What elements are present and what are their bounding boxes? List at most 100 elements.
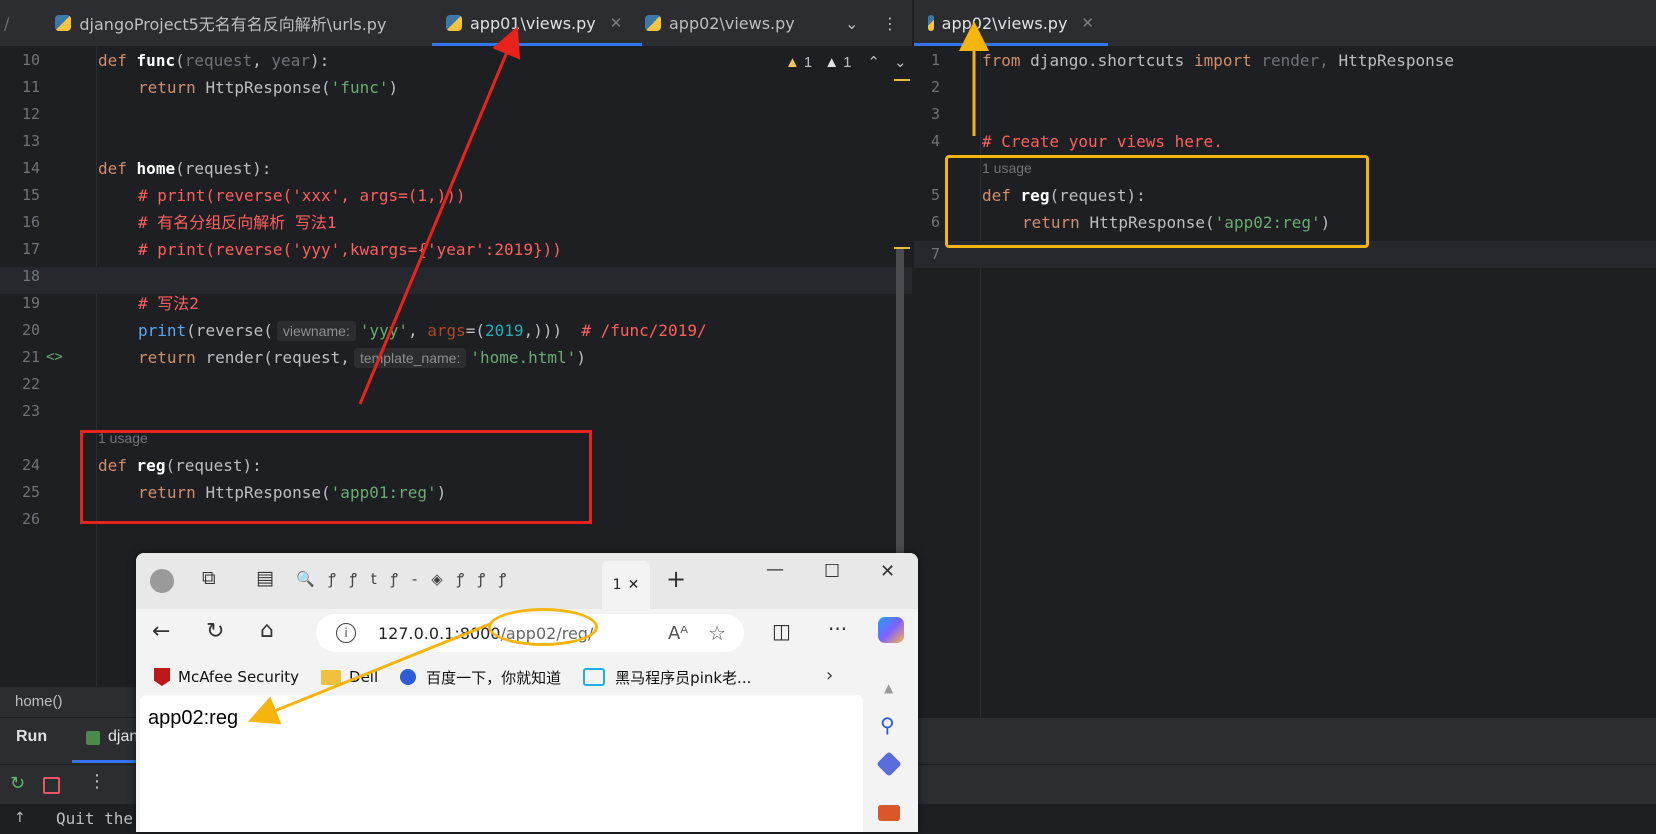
chevron-right-icon[interactable]: ›	[826, 665, 833, 686]
favorite-dell[interactable]: Dell	[321, 668, 378, 686]
code-text: render(request,	[205, 348, 350, 367]
home-icon[interactable]: ⌂	[260, 618, 274, 643]
browser-window: ⧉ ▤ 🔍ꝭꝭtꝭ-◈ꝭꝭꝭ 1 ✕ + — ☐ ✕ ← ↻ ⌂ i 127.0…	[136, 553, 918, 832]
more-icon[interactable]: ···	[828, 617, 847, 641]
code-line: return HttpResponse('func')	[138, 74, 398, 101]
breadcrumb[interactable]: home()	[15, 693, 63, 710]
vertical-tabs-icon[interactable]: ▤	[256, 567, 274, 589]
run-panel-title[interactable]: Run	[16, 728, 47, 746]
comment-line: # 写法2	[138, 294, 199, 313]
tab-group[interactable]: 🔍ꝭꝭtꝭ-◈ꝭꝭꝭ	[296, 569, 520, 589]
read-aloud-icon[interactable]: A͏ᴬ	[668, 623, 688, 644]
back-icon[interactable]: ←	[152, 619, 170, 644]
toolbox-icon[interactable]	[878, 805, 900, 821]
line-number: 12	[21, 105, 40, 123]
tab-app01-views[interactable]: app01\views.py ✕	[432, 0, 642, 46]
tag-icon[interactable]	[876, 751, 902, 777]
comment-line: # 有名分组反向解析 写法1	[138, 213, 337, 232]
chevron-down-icon[interactable]: ⌄	[845, 0, 858, 46]
profile-avatar[interactable]	[150, 569, 174, 593]
python-file-icon	[928, 15, 934, 31]
maximize-icon[interactable]: ☐	[824, 561, 840, 582]
line-number: 14	[21, 159, 40, 177]
yellow-url-ellipse	[488, 608, 598, 646]
info-icon[interactable]: i	[336, 623, 356, 643]
tab-label: app01\views.py	[470, 13, 596, 33]
comment-line: # print(reverse('xxx', args=(1,)))	[138, 186, 466, 205]
right-editor[interactable]: 1 2 3 4 5 6 7 from django.shortcuts impo…	[914, 47, 1656, 717]
code-line: return render(request, template_name:'hom…	[138, 344, 586, 371]
function-name: home	[136, 159, 176, 178]
scroll-up-icon[interactable]: ▲	[884, 681, 893, 695]
line-number: 17	[21, 240, 40, 258]
line-number: 5	[930, 186, 940, 204]
marker-stripe-mid	[894, 247, 910, 249]
right-tab-bar: app02\views.py ✕	[914, 0, 1656, 47]
close-window-icon[interactable]: ✕	[880, 561, 895, 582]
minimize-icon[interactable]: —	[766, 559, 784, 580]
line-number: 15	[21, 186, 40, 204]
code-line: print(reverse(viewname:'yyy', args=(2019…	[138, 317, 707, 344]
code-text: )	[576, 348, 586, 367]
string: 'func'	[330, 78, 389, 97]
favorite-baidu[interactable]: 百度一下，你就知道	[400, 667, 561, 688]
chevron-up-icon[interactable]: ⌃	[867, 53, 880, 71]
param-hint: viewname:	[276, 321, 356, 341]
scrollbar[interactable]	[896, 247, 904, 577]
red-highlight-box	[80, 430, 592, 524]
string: 'yyy'	[359, 321, 408, 340]
tab-app02-views-right[interactable]: app02\views.py ✕	[914, 0, 1108, 46]
scroll-up-icon[interactable]: ↑	[14, 810, 26, 826]
new-tab-icon[interactable]: +	[666, 565, 686, 593]
line-number: 16	[21, 213, 40, 231]
rerun-icon[interactable]: ↻	[10, 773, 25, 794]
marker-stripe-top	[894, 79, 910, 81]
refresh-icon[interactable]: ↻	[206, 619, 224, 644]
line-number: 22	[21, 375, 40, 393]
close-icon[interactable]: ✕	[628, 577, 640, 593]
more-icon[interactable]: ⋮	[882, 0, 898, 46]
chevron-down-icon[interactable]: ⌄	[894, 53, 907, 71]
favorite-mcafee[interactable]: McAfee Security	[154, 668, 299, 686]
favorites-bar: McAfee Security Dell 百度一下，你就知道 黑马程序员pink…	[136, 657, 918, 697]
param: year	[271, 51, 310, 70]
favorite-label: McAfee Security	[178, 668, 300, 686]
weak-warning-icon: ▲	[824, 53, 840, 71]
close-icon[interactable]: ✕	[610, 14, 623, 32]
url-host: 127.0.0.1:8000	[378, 623, 501, 643]
inspection-widget[interactable]: ▲ 1 ▲ 1 ⌃ ⌄	[785, 53, 907, 72]
gutter-marker[interactable]: <>	[46, 344, 63, 371]
favorite-label: 百度一下，你就知道	[426, 668, 562, 687]
workspaces-icon[interactable]: ⧉	[202, 567, 216, 589]
run-tab-label[interactable]: djan	[108, 728, 138, 746]
run-tab-underline	[72, 760, 142, 763]
line-number: 18	[21, 267, 40, 285]
active-browser-tab[interactable]: 1 ✕	[602, 561, 650, 609]
module: django.shortcuts	[1030, 51, 1185, 70]
close-icon[interactable]: ✕	[1081, 14, 1094, 32]
favorite-label: Dell	[349, 668, 379, 686]
line-number: 4	[930, 132, 940, 150]
yellow-highlight-box	[945, 155, 1369, 248]
line-number: 1	[930, 51, 940, 69]
tab-urls-py[interactable]: / djangoProject5无名有名反向解析\urls.py	[0, 0, 386, 46]
weak-warning-count: 1	[843, 53, 852, 71]
favorite-star-icon[interactable]: ☆	[708, 621, 726, 645]
stop-icon[interactable]	[43, 777, 60, 794]
split-screen-icon[interactable]: ◫	[772, 619, 791, 643]
tab-label: djangoProject5无名有名反向解析\urls.py	[79, 15, 387, 34]
search-icon[interactable]: ⚲	[880, 713, 895, 737]
more-icon[interactable]: ⋮	[88, 771, 106, 792]
tab-app02-views[interactable]: app02\views.py	[645, 0, 795, 46]
line-number: 2	[930, 78, 940, 96]
line-number: 19	[21, 294, 40, 312]
browser-tab-label: 1	[612, 577, 622, 593]
favorite-bilibili[interactable]: 黑马程序员pink老...	[583, 667, 751, 688]
copilot-icon[interactable]	[878, 617, 904, 643]
line-number: 3	[930, 105, 940, 123]
console-output: Quit the	[56, 809, 134, 828]
comment-line: # print(reverse('yyy',kwargs={'year':201…	[138, 240, 562, 259]
line-number: 11	[21, 78, 40, 96]
param-hint: template_name:	[353, 348, 467, 368]
sidebar-panel: ▲ ⚲	[866, 681, 918, 832]
